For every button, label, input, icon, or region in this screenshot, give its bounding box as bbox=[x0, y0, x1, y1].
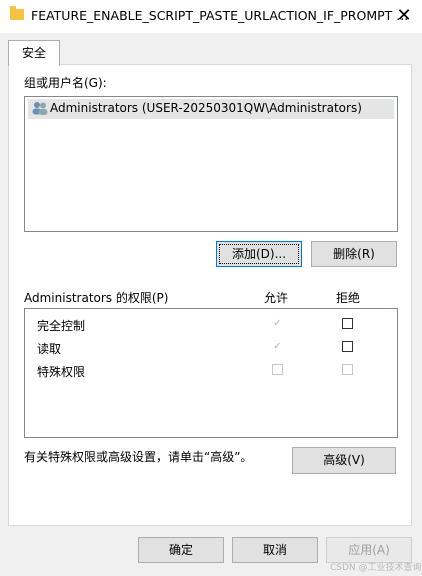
list-item[interactable]: Administrators (USER-20250301QW\Administ… bbox=[28, 99, 394, 119]
deny-header: 拒绝 bbox=[336, 291, 361, 305]
advanced-note: 有关特殊权限或高级设置，请单击“高级”。 bbox=[24, 450, 253, 464]
ok-button-label: 确定 bbox=[168, 543, 193, 557]
allow-checkbox-read: ✓ bbox=[273, 341, 282, 352]
tab-security[interactable]: 安全 bbox=[8, 40, 60, 66]
remove-button-label: 删除(R) bbox=[333, 247, 375, 261]
cancel-button[interactable]: 取消 bbox=[232, 537, 318, 563]
deny-checkbox-full-control[interactable] bbox=[342, 318, 353, 329]
apply-button-label: 应用(A) bbox=[348, 543, 390, 557]
focus-rect bbox=[219, 244, 299, 264]
cancel-button-label: 取消 bbox=[262, 543, 287, 557]
groups-label: 组或用户名(G): bbox=[24, 76, 107, 90]
permission-label: 特殊权限 bbox=[37, 365, 86, 379]
remove-button[interactable]: 删除(R) bbox=[311, 241, 397, 267]
deny-checkbox-read[interactable] bbox=[342, 341, 353, 352]
permissions-title: Administrators 的权限(P) bbox=[24, 291, 169, 305]
permission-label: 完全控制 bbox=[37, 319, 86, 333]
advanced-button-label: 高级(V) bbox=[323, 453, 365, 467]
list-item-label: Administrators (USER-20250301QW\Administ… bbox=[50, 101, 362, 115]
allow-checkbox-special bbox=[272, 364, 283, 375]
ok-button[interactable]: 确定 bbox=[138, 537, 224, 563]
allow-checkbox-full-control: ✓ bbox=[273, 318, 282, 329]
allow-header: 允许 bbox=[264, 291, 289, 305]
deny-checkbox-special bbox=[342, 364, 353, 375]
close-button[interactable]: ✕ bbox=[392, 4, 416, 28]
users-icon bbox=[32, 102, 48, 115]
window-title: FEATURE_ENABLE_SCRIPT_PASTE_URLACTION_IF… bbox=[31, 8, 409, 23]
watermark: CSDN @工业技术查询 bbox=[330, 563, 422, 573]
folder-icon bbox=[10, 6, 24, 20]
add-button[interactable]: 添加(D)... bbox=[216, 241, 302, 267]
permission-label: 读取 bbox=[37, 342, 62, 356]
advanced-button[interactable]: 高级(V) bbox=[292, 447, 396, 474]
